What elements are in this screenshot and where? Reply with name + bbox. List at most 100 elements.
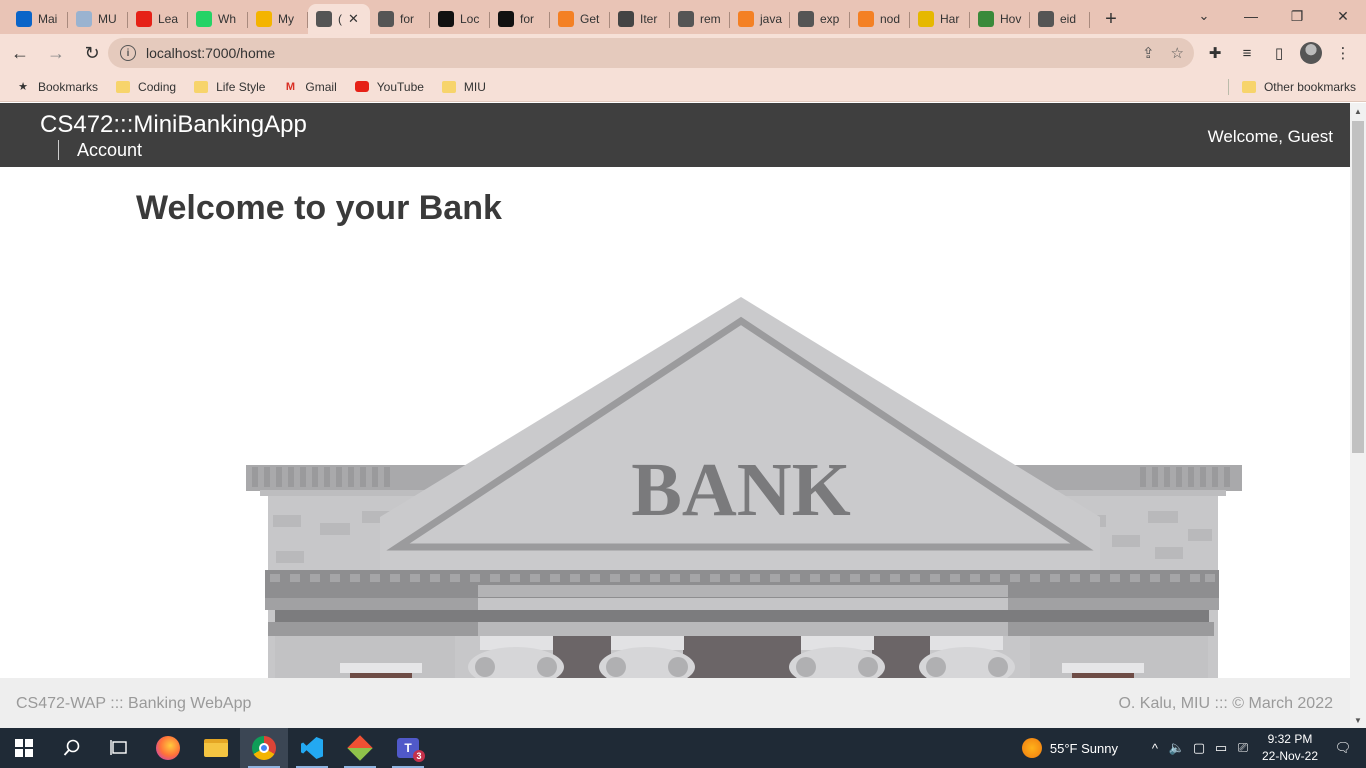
browser-tab[interactable]: exp	[790, 4, 850, 34]
back-icon[interactable]: ←	[4, 37, 36, 69]
page-title: Welcome to your Bank	[136, 189, 502, 227]
browser-tab[interactable]: Hov	[970, 4, 1030, 34]
bookmark-item[interactable]: YouTube	[354, 80, 424, 94]
share-icon[interactable]: ⇪	[1142, 44, 1155, 62]
file-explorer-icon[interactable]	[192, 728, 240, 768]
close-window-icon[interactable]: ✕	[1320, 0, 1366, 32]
search-icon[interactable]	[48, 728, 96, 768]
chrome-icon[interactable]	[240, 728, 288, 768]
stackoverflow-icon	[858, 11, 874, 27]
bookmark-label: Life Style	[216, 79, 266, 94]
browser-tab[interactable]: Loc	[430, 4, 490, 34]
windows-start-icon[interactable]	[0, 728, 48, 768]
browser-tab[interactable]: Iter	[610, 4, 670, 34]
teams-icon[interactable]: T 3	[384, 728, 432, 768]
app-brand[interactable]: CS472:::MiniBankingApp	[40, 111, 307, 139]
browser-tab[interactable]: My	[248, 4, 308, 34]
browser-tab[interactable]: Lea	[128, 4, 188, 34]
weather-text: 55°F Sunny	[1049, 740, 1118, 756]
teams-badge: 3	[413, 750, 425, 762]
bookmarks-bar: ★ Bookmarks Coding Life Style M Gmail YouTube M…	[0, 72, 1366, 102]
notifications-icon[interactable]: 🗨	[1332, 737, 1354, 759]
speaker-icon[interactable]: 🔈	[1166, 737, 1188, 759]
tab-search-icon[interactable]: ⌄	[1192, 6, 1216, 26]
browser-tab[interactable]: Wh	[188, 4, 248, 34]
reload-icon[interactable]: ↻	[76, 37, 108, 69]
window-controls: — ❐ ✕	[1228, 0, 1366, 34]
weather-widget[interactable]: 55°F Sunny	[1021, 738, 1118, 758]
bookmark-star-icon[interactable]: ☆	[1171, 44, 1184, 62]
bookmark-item[interactable]: M Gmail	[283, 79, 337, 94]
globe-icon	[798, 11, 814, 27]
folder-icon	[1241, 80, 1256, 93]
extensions-icon[interactable]: ✚	[1204, 42, 1226, 64]
site-info-icon[interactable]: i	[120, 45, 136, 61]
folder-icon	[441, 80, 456, 94]
meet-now-icon[interactable]: ▢	[1188, 737, 1210, 759]
side-panel-icon[interactable]: ▯	[1268, 42, 1290, 64]
clock-date: 22-Nov-22	[1261, 749, 1318, 763]
vscode-icon[interactable]	[288, 728, 336, 768]
globe-icon	[316, 11, 332, 27]
app-header: CS472:::MiniBankingApp Account Welcome, …	[0, 103, 1350, 167]
medium-icon	[498, 11, 514, 27]
address-bar[interactable]: i localhost:7000/home ⇪ ☆	[108, 38, 1194, 68]
bookmark-label: Gmail	[305, 79, 337, 94]
forward-icon[interactable]: →	[40, 37, 72, 69]
tab-title: Har	[940, 12, 960, 26]
media-icon[interactable]: ≡	[1236, 42, 1258, 64]
clock[interactable]: 9:32 PM 22-Nov-22	[1262, 731, 1318, 765]
globe-icon	[1038, 11, 1054, 27]
tab-title: java	[760, 12, 783, 26]
tab-title: Get	[580, 12, 600, 26]
other-bookmarks[interactable]: Other bookmarks	[1241, 80, 1356, 94]
tab-title: for	[400, 12, 415, 26]
tab-title: exp	[820, 12, 840, 26]
scroll-up-icon[interactable]: ▲	[1350, 103, 1366, 119]
network-icon[interactable]: ⎚	[1232, 737, 1254, 759]
nav-account-link[interactable]: Account	[58, 140, 142, 160]
bookmark-item[interactable]: ★ Bookmarks	[16, 80, 98, 94]
star-icon: ★	[18, 81, 28, 93]
browser-tab[interactable]: for	[370, 4, 430, 34]
bookmark-item[interactable]: Coding	[116, 80, 176, 94]
browser-tab-strip: Mai MU Lea Wh My(✕ for Loc for Get Iter rem java exp…	[0, 0, 1366, 34]
app-footer: CS472-WAP ::: Banking WebApp O. Kalu, MI…	[0, 678, 1350, 728]
browser-tab[interactable]: eid	[1030, 4, 1090, 34]
browser-tab[interactable]: nod	[850, 4, 910, 34]
clock-time: 9:32 PM	[1267, 732, 1313, 746]
browser-tab[interactable]: for	[490, 4, 550, 34]
youtube-icon	[136, 11, 152, 27]
task-view-icon[interactable]	[96, 728, 144, 768]
bookmark-item[interactable]: MIU	[441, 80, 486, 94]
stackoverflow-icon	[558, 11, 574, 27]
medium-icon	[438, 11, 454, 27]
browser-tab[interactable]: java	[730, 4, 790, 34]
stackoverflow-icon	[738, 11, 754, 27]
browser-toolbar: ← → ↻ i localhost:7000/home ⇪ ☆ ✚ ≡ ▯ ⋮	[0, 34, 1366, 72]
restore-icon[interactable]: ❐	[1274, 0, 1320, 32]
scroll-down-icon[interactable]: ▼	[1350, 712, 1366, 728]
browser-tab[interactable]: Get	[550, 4, 610, 34]
profile-avatar[interactable]	[1300, 42, 1322, 64]
battery-icon[interactable]: ▭	[1210, 737, 1232, 759]
system-tray: 55°F Sunny ^ 🔈 ▢ ▭ ⎚ 9:32 PM 22-Nov-22 🗨	[1021, 728, 1366, 768]
bookmark-label: Coding	[138, 79, 177, 94]
scrollbar-thumb[interactable]	[1352, 121, 1364, 453]
minimize-icon[interactable]: —	[1228, 0, 1274, 32]
browser-tab[interactable]: (✕	[308, 4, 370, 34]
menu-icon[interactable]: ⋮	[1332, 42, 1354, 64]
page-scrollbar[interactable]: ▲ ▼	[1350, 103, 1366, 728]
browser-tab[interactable]: rem	[670, 4, 730, 34]
chevron-up-icon[interactable]: ^	[1144, 737, 1166, 759]
browser-tab[interactable]: Har	[910, 4, 970, 34]
new-tab-button[interactable]: +	[1096, 4, 1126, 34]
close-tab-icon[interactable]: ✕	[348, 11, 359, 27]
browser-tab[interactable]: Mai	[8, 4, 68, 34]
browser-tab[interactable]: MU	[68, 4, 128, 34]
firefox-icon[interactable]	[144, 728, 192, 768]
git-icon[interactable]	[336, 728, 384, 768]
bookmark-item[interactable]: Life Style	[194, 80, 265, 94]
tab-title: rem	[700, 12, 721, 26]
tab-title: eid	[1060, 12, 1077, 26]
